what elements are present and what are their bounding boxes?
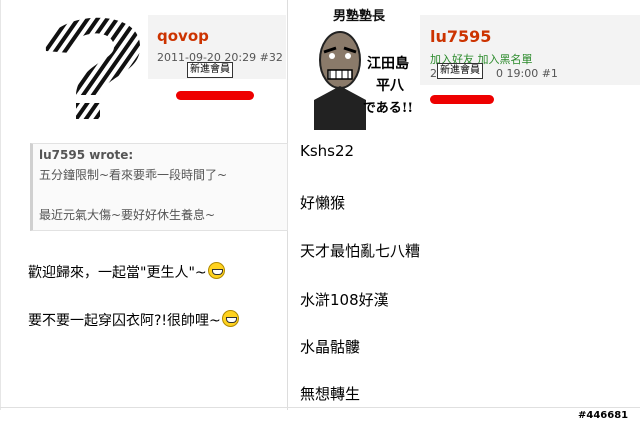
post-number-link[interactable]: #32 xyxy=(260,51,283,64)
post-line: Kshs22 xyxy=(300,142,355,160)
quote-line: 五分鐘限制~看來要乖一段時間了~ xyxy=(39,168,228,182)
quote-line: 最近元氣大傷~要好好休生養息~ xyxy=(39,208,216,222)
message-text: 要不要一起穿囚衣阿?!很帥哩~ xyxy=(28,313,221,329)
post-line: 天才最怕亂七八糟 xyxy=(300,242,421,260)
post-line: 好懶猴 xyxy=(300,194,346,212)
manga-face-avatar[interactable]: 男塾塾長 江田島 平八 である!! xyxy=(300,4,418,130)
message-text: 歡迎歸來，一起當"更生人"~ xyxy=(28,265,207,281)
post-id-label: #446681 xyxy=(578,410,629,421)
post-datetime: 0 19:00 xyxy=(496,67,539,80)
post-number-link[interactable]: #1 xyxy=(542,67,558,80)
question-mark-icon[interactable] xyxy=(28,3,158,121)
grin-emoji-icon xyxy=(221,310,239,327)
username-link[interactable]: lu7595 xyxy=(430,27,491,46)
avatar-caption-3: である!! xyxy=(363,101,413,116)
post-line: 無想轉生 xyxy=(300,385,361,403)
member-badge: 新進會員 xyxy=(187,62,233,78)
grin-emoji-icon xyxy=(207,262,225,279)
post-line: 水滸108好漢 xyxy=(300,291,389,309)
avatar-caption-1: 江田島 xyxy=(367,55,409,72)
quote-author: lu7595 wrote: xyxy=(39,148,134,162)
username-link[interactable]: qovop xyxy=(157,27,209,45)
message-line: 歡迎歸來，一起當"更生人"~ xyxy=(28,262,225,282)
quote-block: lu7595 wrote: 五分鐘限制~看來要乖一段時間了~ 最近元氣大傷~要好… xyxy=(30,143,288,231)
avatar-caption-2: 平八 xyxy=(376,78,405,94)
post-line: 水晶骷髏 xyxy=(300,338,361,356)
avatar-caption-top: 男塾塾長 xyxy=(333,8,386,24)
left-border xyxy=(0,0,1,410)
status-bar xyxy=(176,91,254,100)
status-bar xyxy=(430,95,494,104)
message-line: 要不要一起穿囚衣阿?!很帥哩~ xyxy=(28,310,239,330)
member-badge: 新進會員 xyxy=(437,63,483,79)
footer-divider xyxy=(0,407,640,408)
